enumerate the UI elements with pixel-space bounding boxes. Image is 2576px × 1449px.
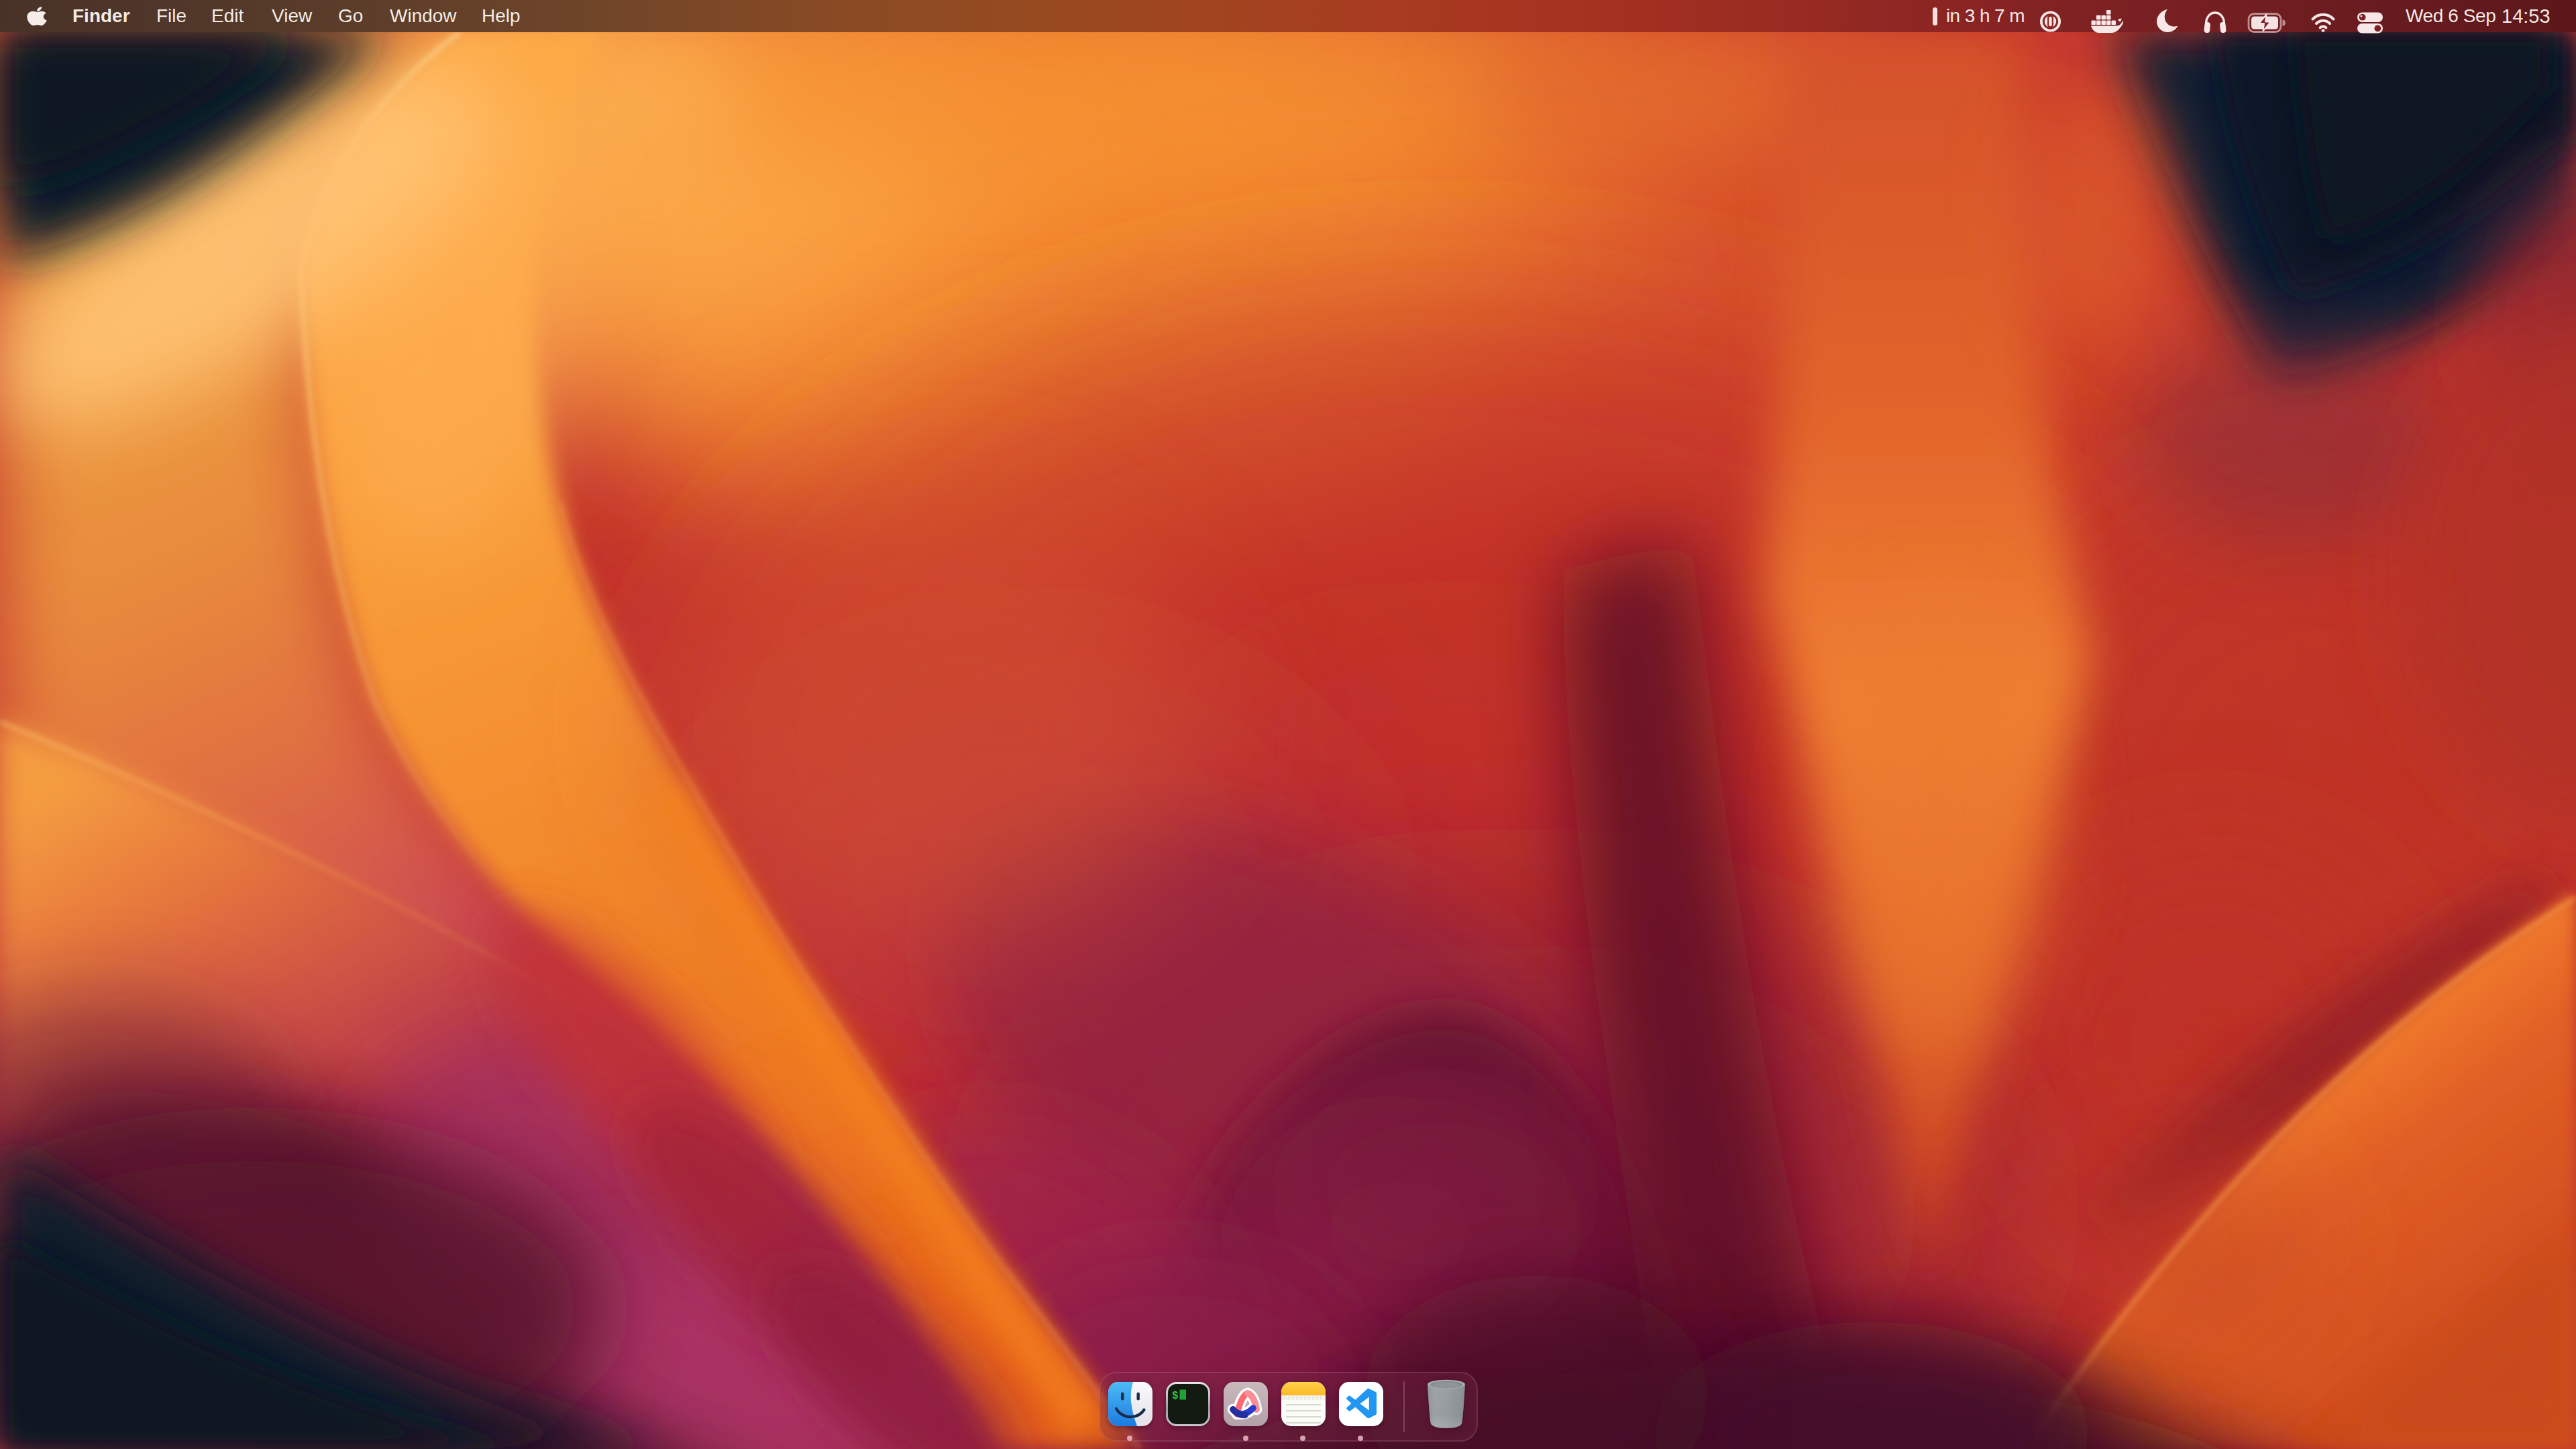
svg-text:$: $ <box>1172 1390 1179 1402</box>
